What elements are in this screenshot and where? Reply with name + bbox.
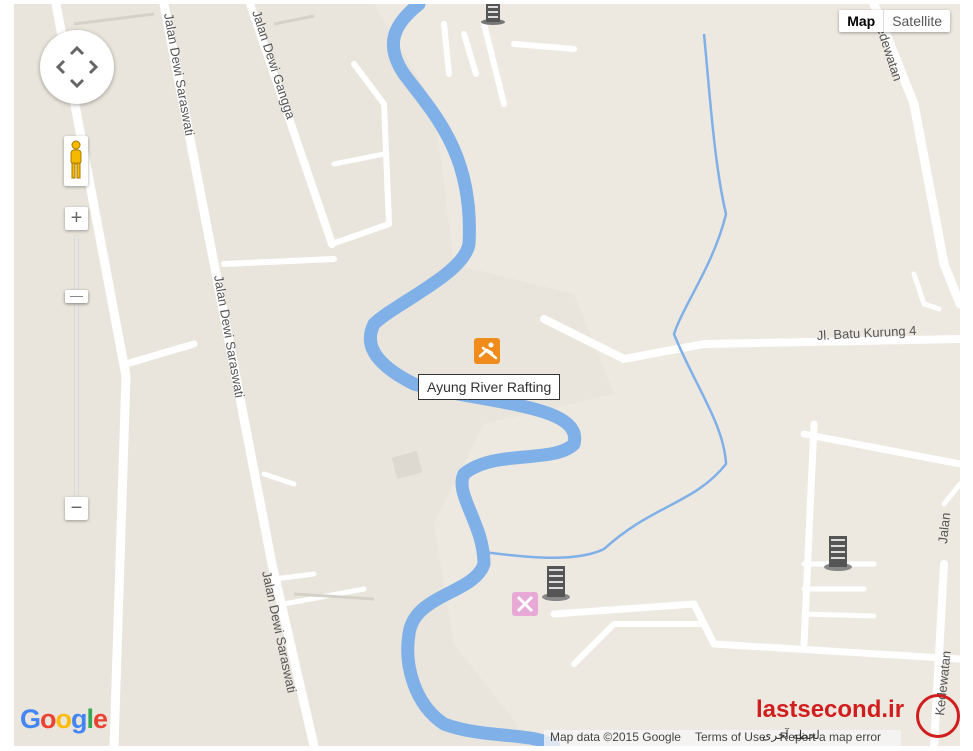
zoom-slider-track[interactable] xyxy=(75,236,78,500)
street-view-pegman[interactable] xyxy=(64,136,88,186)
rafting-figure-icon xyxy=(478,342,498,360)
map-type-control: Map Satellite xyxy=(839,10,950,32)
watermark-logo-icon xyxy=(916,694,960,738)
zoom-slider-thumb[interactable] xyxy=(65,290,88,303)
restaurant-icon xyxy=(512,592,538,616)
watermark: lastsecond.ir لحظه آخری xyxy=(756,690,964,746)
pan-arrows-icon xyxy=(55,45,99,89)
map-button[interactable]: Map xyxy=(839,10,883,32)
satellite-button[interactable]: Satellite xyxy=(883,10,950,32)
google-logo[interactable]: Google xyxy=(20,704,108,735)
poi-label[interactable]: Ayung River Rafting xyxy=(418,374,561,400)
building-icon xyxy=(824,536,852,571)
watermark-site: lastsecond.ir xyxy=(756,696,905,723)
watermark-subtitle: لحظه آخری xyxy=(762,728,820,742)
pan-control[interactable] xyxy=(40,30,114,104)
map-data-credit: Map data ©2015 Google xyxy=(550,730,681,744)
building-icon xyxy=(481,4,505,25)
rafting-icon[interactable] xyxy=(474,338,500,364)
zoom-in-button[interactable]: + xyxy=(65,207,88,230)
zoom-out-button[interactable]: − xyxy=(65,497,88,520)
building-icon xyxy=(542,566,570,601)
map-canvas[interactable]: Jalan Dewi Saraswati Jalan Dewi Saraswat… xyxy=(14,4,960,746)
pegman-icon xyxy=(70,140,82,179)
